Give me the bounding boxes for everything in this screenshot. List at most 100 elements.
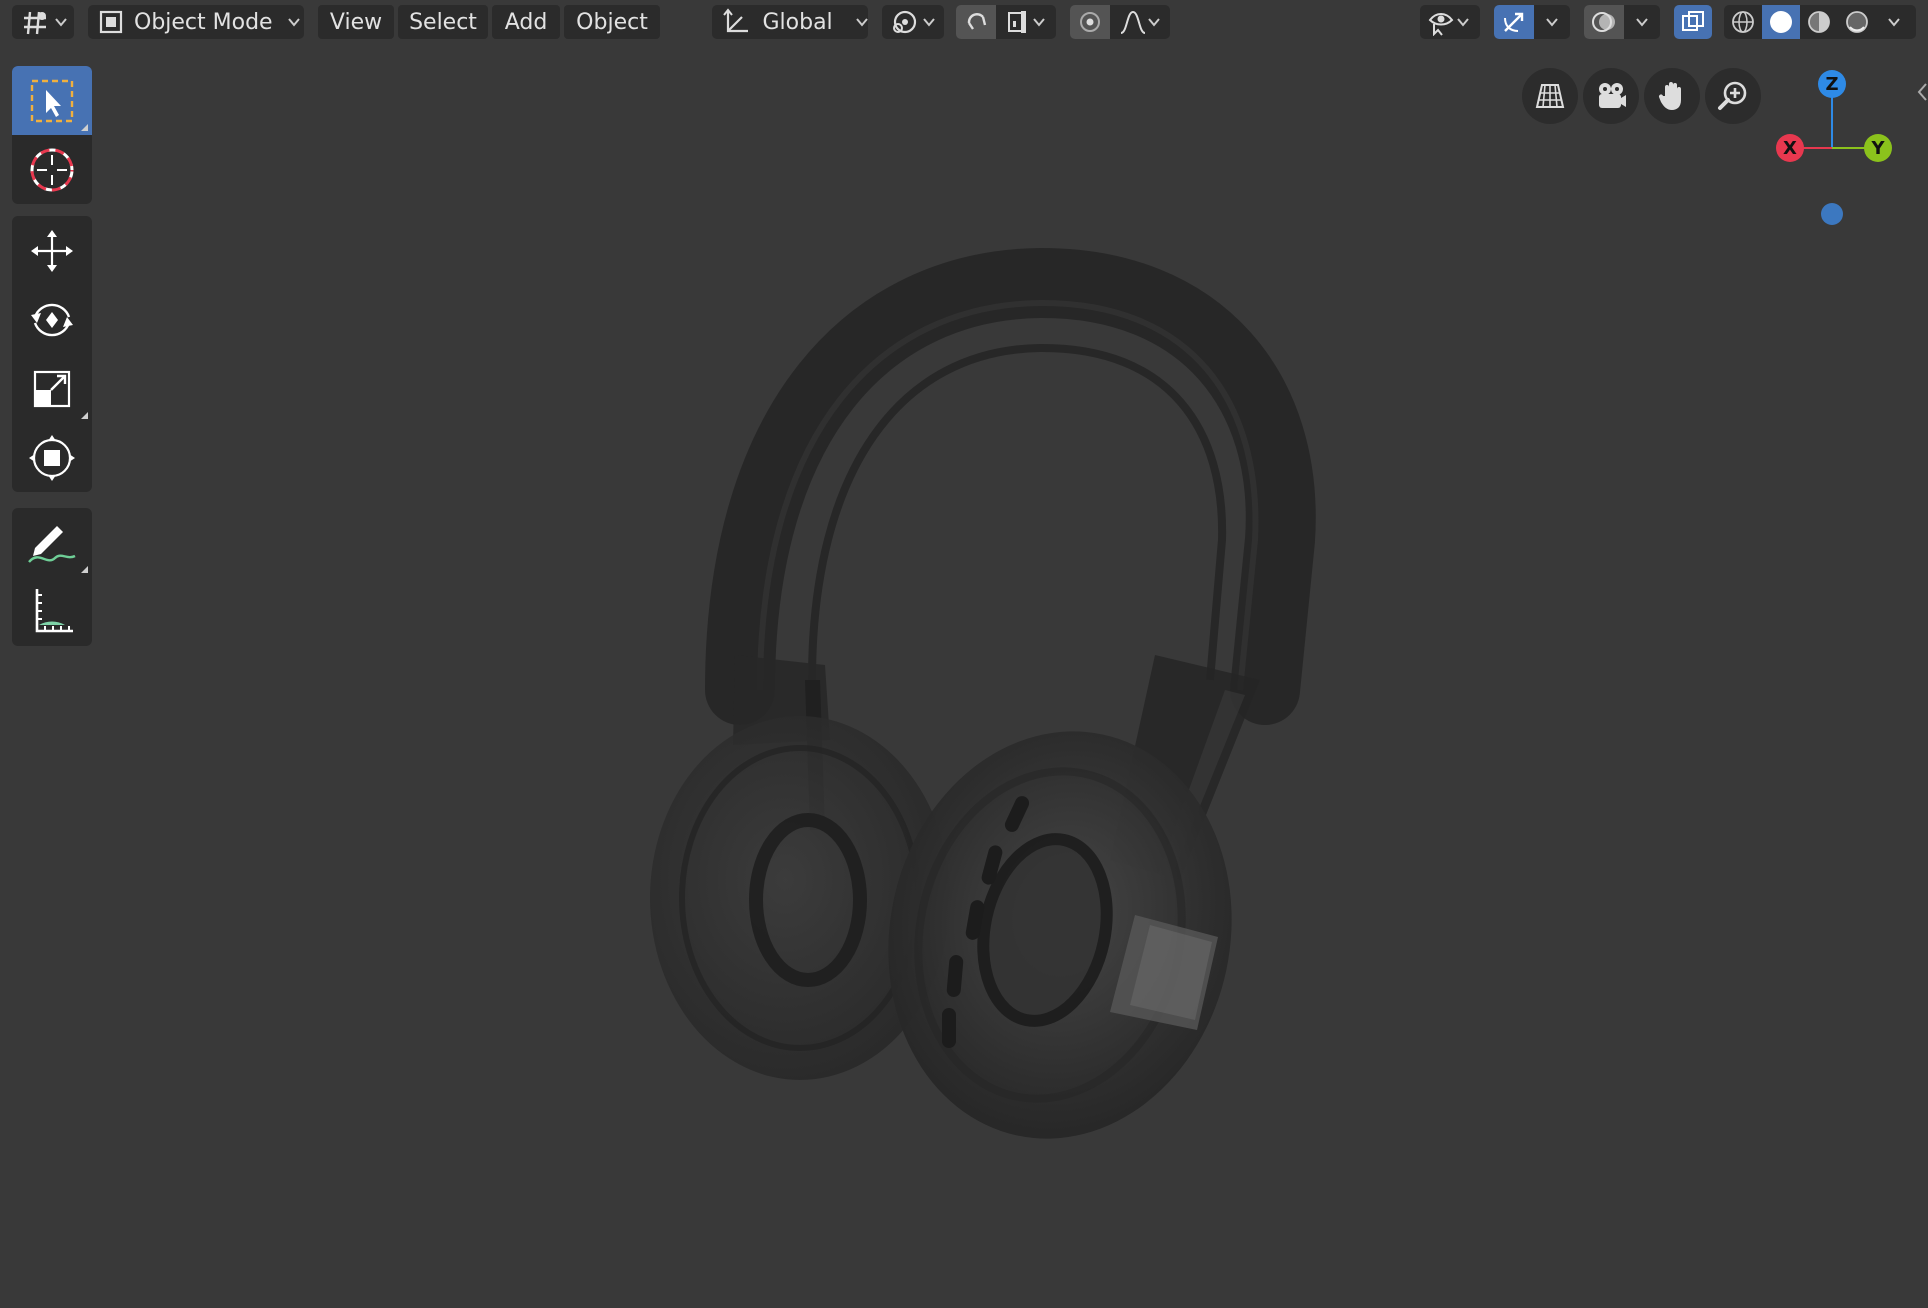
chevron-down-icon	[1457, 18, 1469, 27]
y-axis-handle[interactable]: Y	[1864, 134, 1892, 162]
x-axis-handle[interactable]: X	[1776, 134, 1804, 162]
proportional-edit-toggle[interactable]	[1070, 5, 1110, 39]
view-menu-label: View	[329, 9, 383, 35]
rendered-shading-button[interactable]	[1838, 5, 1876, 39]
visibility-selector[interactable]	[1420, 5, 1480, 39]
falloff-curve-icon	[1120, 10, 1146, 34]
camera-view-button[interactable]	[1583, 68, 1639, 124]
3d-viewport[interactable]: Object Mode View Select Add Object Globa…	[0, 0, 1928, 1308]
camera-icon	[1599, 83, 1626, 108]
xray-toggle[interactable]	[1674, 5, 1712, 39]
mode-selector[interactable]: Object Mode	[88, 5, 304, 39]
rotate-icon	[31, 303, 73, 336]
cursor-icon	[30, 148, 74, 191]
overlay-group	[1584, 5, 1660, 39]
wireframe-icon	[1732, 11, 1754, 33]
wireframe-shading-button[interactable]	[1724, 5, 1762, 39]
add-menu[interactable]: Add	[492, 5, 560, 39]
annotate-tool[interactable]	[12, 508, 92, 577]
magnet-icon	[967, 13, 987, 30]
gizmo-toggle[interactable]	[1494, 5, 1534, 39]
chevron-down-icon	[923, 18, 935, 27]
annotate-icon	[28, 525, 76, 563]
scale-icon	[33, 370, 71, 407]
transform-tools-group	[12, 216, 92, 492]
gizmo-dropdown[interactable]	[1534, 5, 1570, 39]
gizmo-toggle-icon	[1504, 12, 1524, 32]
object-mode-icon	[99, 10, 123, 34]
move-tool[interactable]	[12, 216, 92, 285]
shading-modes	[1724, 5, 1916, 39]
sidebar-toggle-arrow-icon[interactable]	[1916, 80, 1928, 104]
shading-dropdown[interactable]	[1876, 5, 1912, 39]
viewport-header: Object Mode View Select Add Object Globa…	[0, 0, 1928, 46]
pivot-point-selector[interactable]	[882, 5, 944, 39]
select-box-tool[interactable]	[12, 66, 92, 135]
x-axis-label: X	[1783, 138, 1797, 159]
object-menu-label: Object	[576, 9, 648, 35]
snap-target-selector[interactable]	[996, 5, 1056, 39]
overlays-icon	[1592, 12, 1615, 32]
eye-icon	[1428, 13, 1454, 36]
orientation-axes-icon	[723, 8, 748, 33]
chevron-down-icon	[55, 18, 67, 27]
snap-increment-icon	[1008, 11, 1026, 33]
z-axis-handle[interactable]: Z	[1818, 70, 1846, 98]
object-menu[interactable]: Object	[564, 5, 660, 39]
select-box-icon	[30, 79, 74, 122]
headphones-model[interactable]	[0, 0, 1928, 1308]
cursor-tool[interactable]	[12, 135, 92, 204]
select-menu[interactable]: Select	[398, 5, 488, 39]
chevron-down-icon	[1148, 18, 1160, 27]
navigation-gizmo[interactable]: Z X Y	[1760, 66, 1910, 226]
editor-type-menu[interactable]	[12, 5, 74, 39]
3d-viewport-icon	[24, 11, 46, 35]
move-icon	[31, 229, 73, 272]
tool-options-indicator	[81, 124, 88, 131]
snapping-group	[956, 5, 1056, 39]
tool-options-indicator	[81, 566, 88, 573]
transform-orientation-selector[interactable]: Global	[712, 5, 868, 39]
snap-toggle[interactable]	[956, 5, 996, 39]
falloff-selector[interactable]	[1110, 5, 1170, 39]
chevron-down-icon	[287, 18, 300, 27]
measure-tool[interactable]	[12, 577, 92, 646]
neg-z-axis-handle[interactable]	[1821, 203, 1843, 225]
pivot-point-icon	[893, 10, 917, 34]
rotate-tool[interactable]	[12, 285, 92, 354]
tool-options-indicator	[81, 412, 88, 419]
view-menu[interactable]: View	[318, 5, 394, 39]
z-axis-label: Z	[1825, 74, 1838, 95]
perspective-grid-icon	[1535, 84, 1565, 108]
add-menu-label: Add	[504, 9, 548, 35]
material-preview-button[interactable]	[1800, 5, 1838, 39]
mode-label: Object Mode	[134, 9, 273, 35]
rendered-icon	[1846, 11, 1868, 33]
select-menu-label: Select	[409, 9, 477, 35]
xray-toggle-icon	[1682, 11, 1704, 31]
material-preview-icon	[1808, 11, 1830, 33]
chevron-down-icon	[1888, 18, 1900, 27]
pan-view-button[interactable]	[1644, 68, 1700, 124]
hand-pan-icon	[1658, 82, 1681, 110]
overlay-toggle[interactable]	[1584, 5, 1624, 39]
solid-shading-button[interactable]	[1762, 5, 1800, 39]
chevron-down-icon	[1546, 18, 1558, 27]
scale-tool[interactable]	[12, 354, 92, 423]
solid-icon	[1770, 11, 1792, 33]
transform-tool[interactable]	[12, 423, 92, 492]
zoom-view-button[interactable]	[1705, 68, 1761, 124]
zoom-icon	[1718, 81, 1747, 110]
selection-tools-group	[12, 66, 92, 204]
y-axis-label: Y	[1870, 138, 1885, 159]
proportional-edit-icon	[1080, 12, 1100, 32]
gizmo-group	[1494, 5, 1570, 39]
chevron-down-icon	[855, 18, 868, 27]
overlay-dropdown[interactable]	[1624, 5, 1660, 39]
toggle-perspective-button[interactable]	[1522, 68, 1578, 124]
chevron-down-icon	[1033, 18, 1045, 27]
measure-icon	[35, 588, 73, 632]
transform-icon	[29, 434, 75, 481]
chevron-down-icon	[1636, 18, 1648, 27]
annotation-tools-group	[12, 508, 92, 646]
